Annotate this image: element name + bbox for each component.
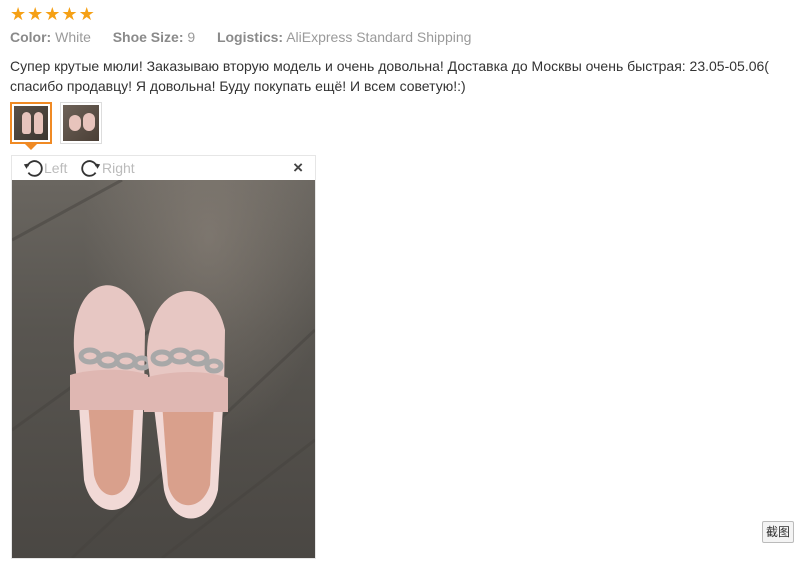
thumbnail-2[interactable] xyxy=(60,102,102,144)
color-value: White xyxy=(55,29,91,45)
star-icon: ★ xyxy=(78,4,95,24)
size-value: 9 xyxy=(187,29,196,45)
rotate-left-label: Left xyxy=(44,160,68,176)
color-label: Color: xyxy=(10,29,52,45)
rating-stars: ★ ★ ★ ★ ★ xyxy=(10,5,95,23)
rotate-cw-icon xyxy=(81,160,101,177)
logistics-label: Logistics: xyxy=(216,29,284,45)
order-meta: Color: White Shoe Size: 9 Logistics: Ali… xyxy=(10,29,471,45)
size-label: Shoe Size: xyxy=(112,29,184,45)
review-text: Супер крутые мюли! Заказываю вторую моде… xyxy=(10,56,795,96)
rotate-right-button[interactable]: Right xyxy=(80,157,135,179)
thumbnail-image xyxy=(14,106,48,140)
close-button[interactable]: × xyxy=(293,159,303,176)
star-icon: ★ xyxy=(44,4,61,24)
image-viewer: Left Right × xyxy=(11,155,316,559)
star-icon: ★ xyxy=(27,4,44,24)
screenshot-button[interactable]: 截图 xyxy=(762,521,794,543)
rotate-right-label: Right xyxy=(102,160,135,176)
review-line: Супер крутые мюли! Заказываю вторую моде… xyxy=(10,58,769,74)
review-line: спасибо продавцу! Я довольна! Буду покуп… xyxy=(10,78,466,94)
photo-thumbnails xyxy=(10,102,102,150)
viewer-toolbar: Left Right × xyxy=(12,156,315,180)
star-icon: ★ xyxy=(10,4,27,24)
shoe-photo-illustration xyxy=(12,180,315,558)
thumbnail-1[interactable] xyxy=(10,102,52,150)
thumbnail-image xyxy=(63,105,99,141)
logistics-value: AliExpress Standard Shipping xyxy=(286,29,472,45)
rotate-left-button[interactable]: Left xyxy=(22,157,67,179)
star-icon: ★ xyxy=(61,4,78,24)
rotate-ccw-icon xyxy=(23,160,43,177)
review-photo xyxy=(12,180,315,558)
